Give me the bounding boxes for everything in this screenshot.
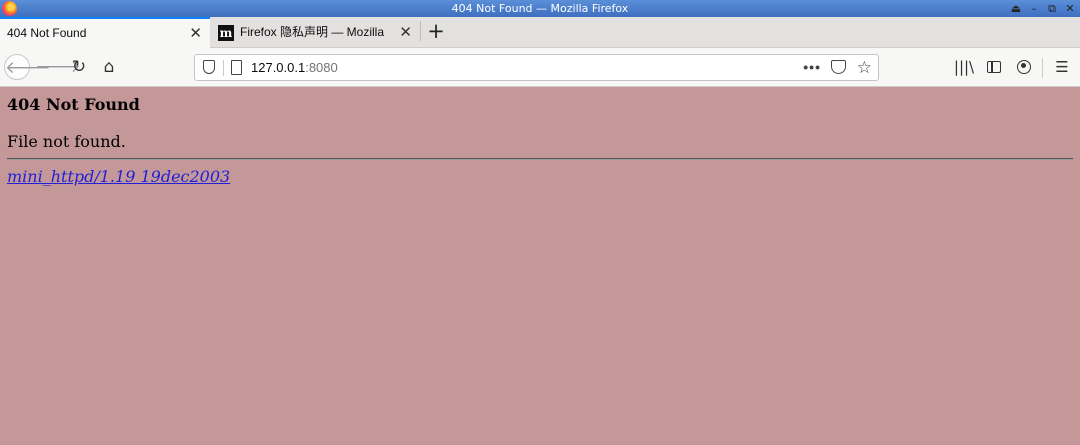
horizontal-rule (7, 158, 1073, 160)
account-button[interactable] (1012, 54, 1036, 80)
sidebar-toggle-button[interactable] (982, 54, 1006, 80)
pocket-icon[interactable] (831, 60, 846, 74)
close-tab-icon[interactable]: ✕ (399, 17, 412, 48)
bookmark-star-icon[interactable]: ☆ (857, 55, 872, 80)
window-titlebar: 404 Not Found — Mozilla Firefox ⏏ – ⧉ ✕ (0, 0, 1080, 17)
url-port: :8080 (305, 60, 338, 75)
toolbar-separator (1042, 58, 1043, 78)
tab-separator (420, 21, 421, 41)
eject-icon[interactable]: ⏏ (1010, 0, 1022, 17)
firefox-logo-icon (2, 1, 17, 16)
window-controls: ⏏ – ⧉ ✕ (1010, 0, 1076, 17)
new-tab-button[interactable]: + (426, 17, 446, 48)
sidebar-icon (987, 61, 1001, 73)
reload-button[interactable]: ↻ (66, 54, 92, 80)
tracking-protection-shield-icon[interactable] (203, 60, 215, 74)
page-info-icon[interactable] (231, 60, 242, 75)
page-content: 404 Not Found File not found. mini_httpd… (0, 87, 1080, 445)
url-text[interactable]: 127.0.0.1:8080 (251, 55, 338, 80)
forward-button[interactable]: 🡒 (35, 54, 81, 80)
url-bar[interactable]: 127.0.0.1:8080 ••• ☆ (194, 54, 879, 81)
close-window-button[interactable]: ✕ (1064, 0, 1076, 17)
minimize-button[interactable]: – (1028, 0, 1040, 17)
page-heading: 404 Not Found (7, 95, 140, 114)
tab-firefox-privacy[interactable]: m Firefox 隐私声明 — Mozilla ✕ (210, 17, 420, 48)
account-icon (1017, 60, 1031, 74)
tab-label: Firefox 隐私声明 — Mozilla (240, 25, 385, 39)
library-icon[interactable]: |||\ (952, 54, 976, 80)
tab-404-not-found[interactable]: 404 Not Found ✕ (0, 17, 210, 48)
hamburger-menu-icon[interactable]: ☰ (1050, 54, 1074, 80)
page-actions-icon[interactable]: ••• (803, 55, 821, 80)
mozilla-m-icon: m (218, 25, 234, 41)
navigation-toolbar: 🡐 🡒 ↻ ⌂ 127.0.0.1:8080 ••• ☆ |||\ ☰ (0, 48, 1080, 87)
window-title: 404 Not Found — Mozilla Firefox (451, 2, 629, 15)
urlbar-divider (223, 60, 224, 76)
server-signature-link[interactable]: mini_httpd/1.19 19dec2003 (7, 167, 230, 186)
restore-button[interactable]: ⧉ (1046, 0, 1058, 17)
tab-strip: 404 Not Found ✕ m Firefox 隐私声明 — Mozilla… (0, 17, 1080, 48)
error-message: File not found. (7, 132, 126, 151)
home-button[interactable]: ⌂ (96, 54, 122, 80)
url-host: 127.0.0.1 (251, 60, 306, 75)
close-tab-icon[interactable]: ✕ (189, 19, 202, 48)
back-button[interactable]: 🡐 (4, 54, 51, 80)
tab-label: 404 Not Found (7, 26, 87, 40)
